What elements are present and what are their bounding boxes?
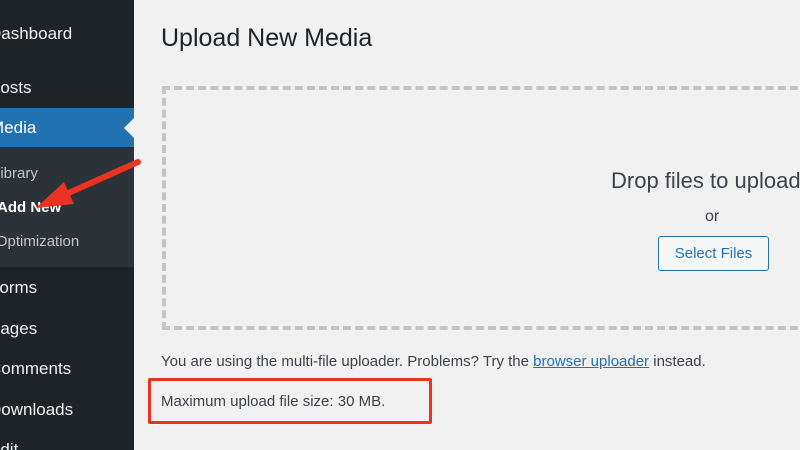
drop-instructions: Drop files to upload [611,168,800,193]
page-title: Upload New Media [161,24,373,52]
browser-uploader-link[interactable]: browser uploader [533,353,649,370]
menu-comments[interactable]: Comments [0,349,134,389]
menu-pages[interactable]: Pages [0,309,134,349]
menu-edit[interactable]: Edit [0,430,134,450]
active-menu-pointer [124,118,134,138]
menu-media[interactable]: Media [0,108,134,148]
drop-or-text: or [705,208,720,225]
uploader-note-before: You are using the multi-file uploader. P… [161,353,534,370]
uploader-note-after: instead. [649,353,706,370]
menu-dashboard-label: Dashboard [0,24,73,43]
submenu-add-new-label: Add New [0,199,62,216]
menu-downloads[interactable]: Downloads [0,390,134,430]
menu-dashboard[interactable]: Dashboard [0,14,134,54]
menu-posts-label: Posts [0,78,32,97]
media-submenu: Library Add New Image Optimization [0,147,134,267]
admin-sidebar: Dashboard Posts Media Library Add New Im… [0,0,134,450]
menu-forms[interactable]: Forms [0,268,134,308]
menu-downloads-label: Downloads [0,400,74,419]
wp-admin-screen: Dashboard Posts Media Library Add New Im… [0,0,800,450]
uploader-note: You are using the multi-file uploader. P… [161,353,706,370]
submenu-library[interactable]: Library [0,159,134,189]
menu-forms-label: Forms [0,278,38,297]
max-upload-size: Maximum upload file size: 30 MB. [161,393,386,410]
menu-comments-label: Comments [0,359,72,378]
menu-posts[interactable]: Posts [0,68,134,108]
submenu-image-optimization[interactable]: Image Optimization [0,227,134,257]
menu-media-label: Media [0,118,37,137]
select-files-button[interactable]: Select Files [658,236,769,271]
submenu-image-optimization-label: Image Optimization [0,233,80,250]
menu-pages-label: Pages [0,319,38,338]
menu-edit-label: Edit [0,440,19,450]
submenu-library-label: Library [0,165,38,182]
submenu-add-new[interactable]: Add New [0,193,134,223]
